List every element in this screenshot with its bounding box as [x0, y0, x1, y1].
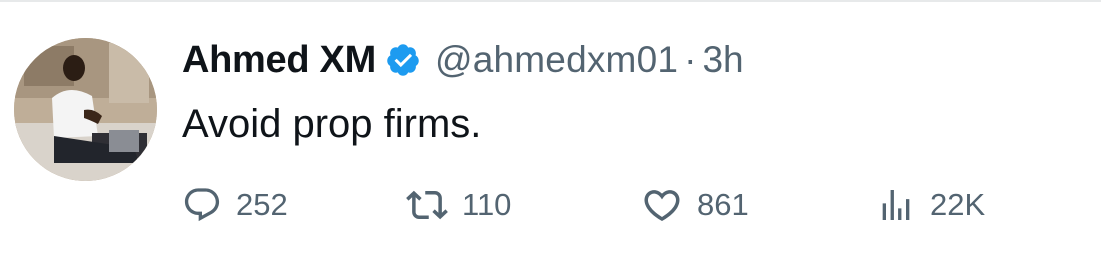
action-bar: 252 110 861 22K: [0, 182, 1101, 228]
timestamp[interactable]: 3h: [702, 39, 743, 81]
views-icon: [882, 190, 910, 220]
separator-dot: ·: [684, 39, 697, 80]
views-button[interactable]: 22K: [876, 182, 985, 228]
views-count: 22K: [930, 187, 986, 222]
reply-icon: [184, 188, 220, 222]
retweet-count: 110: [462, 187, 512, 222]
author-display-name[interactable]: Ahmed XM: [182, 39, 376, 82]
tweet-header: Ahmed XM @ahmedxm01 · 3h: [182, 34, 744, 86]
retweet-icon: [406, 190, 448, 220]
retweet-button[interactable]: 110: [406, 182, 511, 228]
heart-icon: [644, 190, 680, 222]
reply-count: 252: [236, 187, 288, 222]
reply-button[interactable]: 252: [182, 182, 288, 228]
tweet-text: Avoid prop firms.: [182, 102, 482, 146]
like-count: 861: [697, 187, 749, 222]
like-button[interactable]: 861: [641, 182, 749, 228]
top-divider: [0, 0, 1101, 2]
avatar[interactable]: [14, 38, 157, 181]
avatar-photo: [14, 38, 157, 181]
verified-badge-icon: [385, 42, 421, 78]
author-handle[interactable]: @ahmedxm01: [435, 39, 678, 81]
